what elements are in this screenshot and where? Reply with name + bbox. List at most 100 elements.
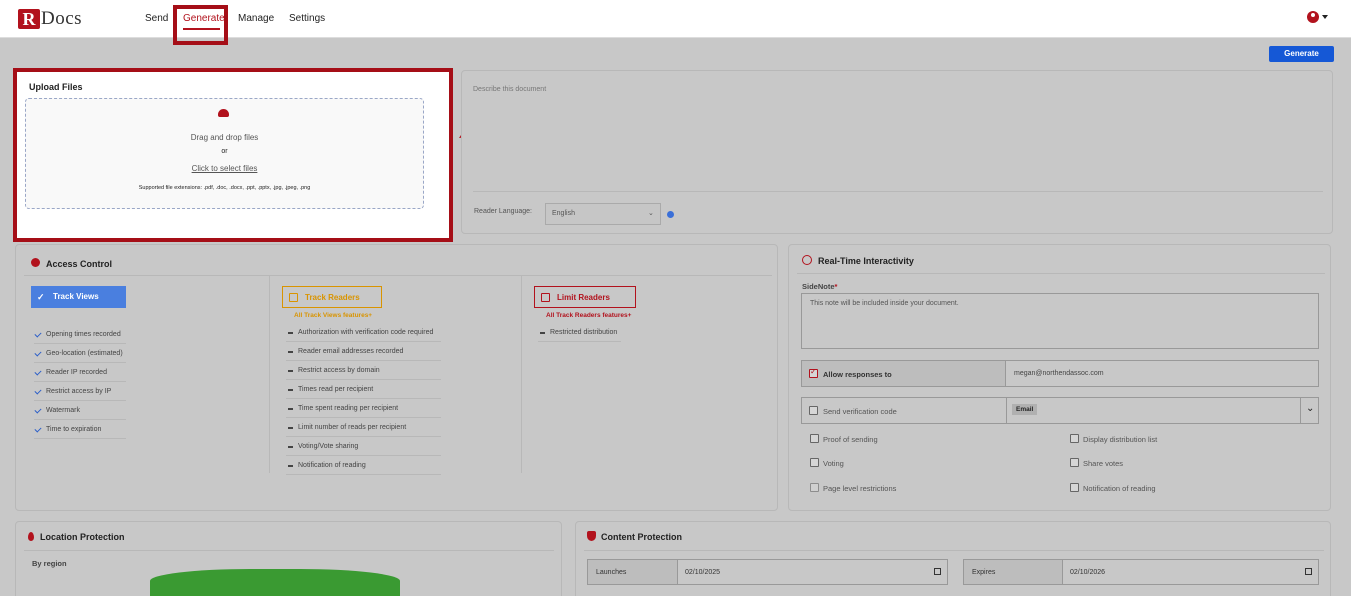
list-item: Limit number of reads per recipient: [286, 418, 441, 437]
describe-textarea[interactable]: Describe this document: [473, 86, 546, 93]
map-pin-icon: [28, 532, 34, 541]
list-item: Authorization with verification code req…: [286, 323, 441, 342]
limit-readers-option[interactable]: Limit Readers: [534, 286, 636, 308]
send-verification-row: Send verification code Email ⌄: [801, 397, 1319, 424]
send-verification-label: Send verification code: [823, 407, 897, 416]
user-lock-icon: [31, 258, 40, 267]
reader-language-value: English: [552, 210, 575, 217]
list-item: Time spent reading per recipient: [286, 399, 441, 418]
info-icon[interactable]: [667, 211, 674, 218]
display-distribution-label: Display distribution list: [1083, 435, 1158, 444]
required-marker: *: [834, 282, 838, 291]
voting-checkbox[interactable]: [810, 458, 819, 467]
expires-field: Expires 02/10/2026: [963, 559, 1319, 585]
limit-readers-label: Limit Readers: [557, 293, 610, 302]
row-divider: [1006, 398, 1007, 423]
chevron-down-icon[interactable]: ⌄: [1306, 403, 1314, 414]
list-item: Restricted distribution: [538, 323, 621, 342]
verification-method-select[interactable]: Email: [1012, 404, 1038, 415]
notification-of-reading-checkbox[interactable]: [1070, 483, 1079, 492]
clock-icon: [802, 255, 812, 265]
list-item: Geo-location (estimated): [34, 344, 126, 363]
content-protection-title: Content Protection: [601, 532, 682, 542]
shield-icon: [587, 531, 596, 541]
world-map[interactable]: [150, 569, 400, 596]
real-time-interactivity-panel: Real-Time Interactivity SideNote* This n…: [788, 244, 1331, 511]
sidenote-textarea[interactable]: This note will be included inside your d…: [801, 293, 1319, 349]
nav-settings[interactable]: Settings: [289, 13, 325, 24]
list-item: Times read per recipient: [286, 380, 441, 399]
track-views-option[interactable]: ✓ Track Views: [31, 286, 126, 308]
by-region-label: By region: [32, 559, 67, 568]
generate-nav-highlight: [173, 5, 228, 45]
column-divider: [269, 275, 270, 473]
sidenote-label-text: SideNote: [802, 282, 835, 291]
chevron-down-icon: ⌄: [648, 210, 654, 217]
logo-text: Docs: [41, 8, 83, 29]
allow-responses-email[interactable]: megan@northendassoc.com: [1014, 370, 1104, 377]
access-control-title: Access Control: [46, 259, 113, 269]
list-item: Watermark: [34, 401, 126, 420]
proof-of-sending-label: Proof of sending: [823, 435, 878, 444]
launches-field: Launches 02/10/2025: [587, 559, 948, 585]
location-divider: [24, 550, 554, 551]
list-item: Restrict access by domain: [286, 361, 441, 380]
allow-responses-row: ✓ Allow responses to megan@northendassoc…: [801, 360, 1319, 387]
notification-of-reading-label: Notification of reading: [1083, 484, 1156, 493]
generate-button[interactable]: Generate: [1269, 46, 1334, 62]
calendar-icon[interactable]: [1305, 568, 1312, 575]
access-control-panel: Access Control ✓ Track Views Opening tim…: [15, 244, 778, 511]
share-votes-label: Share votes: [1083, 459, 1124, 468]
launches-date-input[interactable]: 02/10/2025: [685, 569, 720, 576]
nav-manage[interactable]: Manage: [238, 13, 274, 24]
checkbox-icon: [289, 293, 298, 302]
proof-of-sending-checkbox[interactable]: [810, 434, 819, 443]
location-protection-title: Location Protection: [40, 532, 125, 542]
track-readers-label: Track Readers: [305, 293, 360, 302]
track-views-label: Track Views: [53, 292, 99, 301]
drag-drop-text: Drag and drop files: [190, 133, 259, 142]
voting-label: Voting: [823, 459, 844, 468]
or-text: or: [221, 148, 228, 155]
sidenote-label: SideNote*: [802, 282, 837, 291]
expires-label: Expires: [972, 569, 996, 576]
rdocs-logo[interactable]: R Docs: [18, 8, 82, 30]
describe-divider: [473, 191, 1323, 192]
column-divider: [521, 275, 522, 473]
content-protection-panel: Content Protection Launches 02/10/2025 E…: [575, 521, 1331, 596]
track-readers-option[interactable]: Track Readers: [282, 286, 382, 308]
logo-mark: R: [18, 9, 40, 29]
launches-label: Launches: [596, 569, 627, 576]
reader-language-select[interactable]: English ⌄: [545, 203, 661, 225]
chevron-down-icon[interactable]: [1322, 15, 1328, 19]
list-item: Notification of reading: [286, 456, 441, 475]
reader-language-label: Reader Language:: [474, 208, 532, 215]
limit-readers-subtitle: All Track Readers features+: [546, 312, 632, 319]
list-item: Voting/Vote sharing: [286, 437, 441, 456]
send-verification-checkbox[interactable]: [809, 406, 818, 415]
calendar-icon[interactable]: [934, 568, 941, 575]
track-readers-list: Authorization with verification code req…: [286, 323, 441, 475]
rti-title: Real-Time Interactivity: [818, 256, 914, 266]
user-account-icon[interactable]: [1307, 11, 1319, 23]
expires-date-input[interactable]: 02/10/2026: [1070, 569, 1105, 576]
display-distribution-checkbox[interactable]: [1070, 434, 1079, 443]
content-divider: [584, 550, 1324, 551]
access-divider: [24, 275, 772, 276]
check-icon: ✓: [37, 292, 45, 302]
nav-send[interactable]: Send: [145, 13, 168, 24]
cloud-upload-icon: [218, 109, 229, 117]
page-level-restrictions-label: Page level restrictions: [823, 484, 897, 493]
supported-extensions: Supported file extensions: .pdf, .doc, .…: [138, 185, 311, 191]
upload-title: Upload Files: [29, 82, 83, 92]
list-item: Reader IP recorded: [34, 363, 126, 382]
select-files-link[interactable]: Click to select files: [26, 164, 423, 173]
row-divider: [1300, 398, 1301, 423]
limit-readers-list: Restricted distribution: [538, 323, 621, 342]
share-votes-checkbox[interactable]: [1070, 458, 1079, 467]
list-item: Opening times recorded: [34, 325, 126, 344]
list-item: Time to expiration: [34, 420, 126, 439]
track-readers-subtitle: All Track Views features+: [294, 312, 373, 319]
page-level-restrictions-checkbox[interactable]: [810, 483, 819, 492]
list-item: Restrict access by IP: [34, 382, 126, 401]
